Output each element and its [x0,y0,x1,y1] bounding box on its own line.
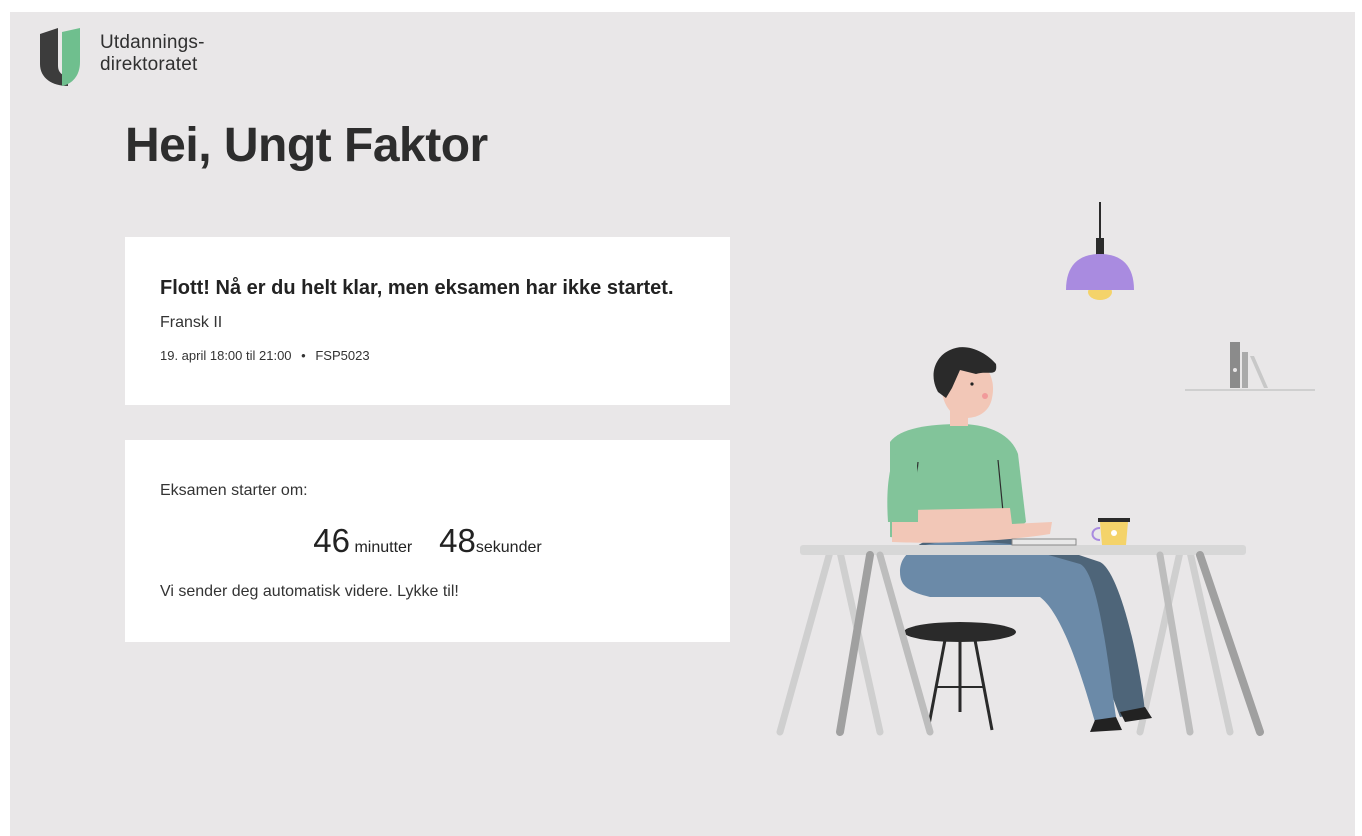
stool-icon [904,622,1016,731]
exam-status-card: Flott! Nå er du helt klar, men eksamen h… [125,237,730,405]
countdown-label: Eksamen starter om: [160,482,308,499]
seconds-unit: sekunder [475,539,542,556]
logo-text: Utdannings- direktoratet [100,32,205,76]
student-at-desk-illustration [776,202,1315,736]
minutes-unit: minutter [354,539,413,556]
pendant-lamp-icon [1066,202,1134,300]
countdown-timer: 46 minutter 48sekunder [125,522,730,560]
exam-subject: Fransk II [160,314,223,331]
countdown-card: Eksamen starter om: 46 minutter 48sekund… [125,440,730,642]
logo-line-2: direktoratet [100,54,198,75]
bookshelf-icon [1185,342,1315,391]
status-title: Flott! Nå er du helt klar, men eksamen h… [160,277,674,299]
page-title: Hei, Ungt Faktor [125,119,488,172]
exam-meta: 19. april 18:00 til 21:00 • FSP5023 [160,348,370,363]
page-background: Utdannings- direktoratet Hei, Ungt Fakto… [10,12,1355,836]
udir-logo-icon [40,28,80,86]
mug-icon [1091,518,1130,545]
udir-logo: Utdannings- direktoratet [40,28,240,86]
logo-line-1: Utdannings- [100,32,205,53]
meta-separator: • [301,348,306,363]
seconds-value: 48 [439,522,476,559]
exam-code: FSP5023 [315,348,370,363]
exam-time: 19. april 18:00 til 21:00 [160,348,292,363]
countdown-note: Vi sender deg automatisk videre. Lykke t… [160,583,459,600]
minutes-value: 46 [313,522,350,559]
